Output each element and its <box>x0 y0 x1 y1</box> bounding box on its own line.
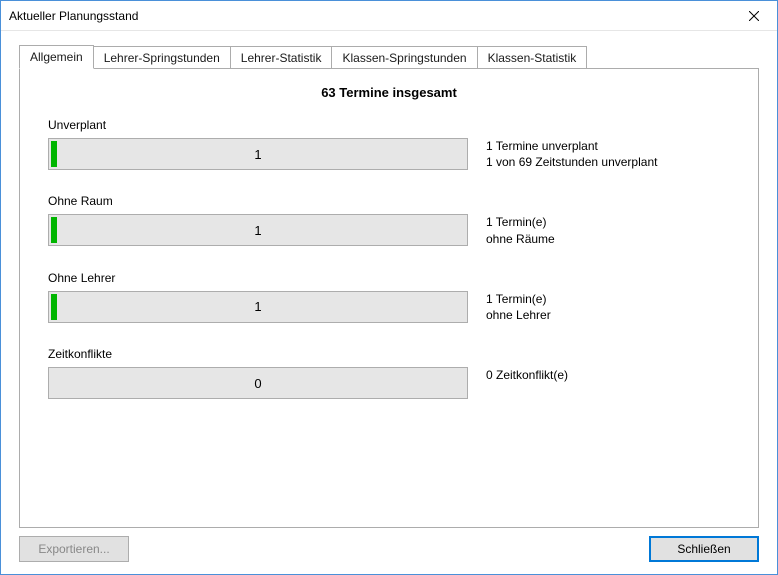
stat-ohne-lehrer-info: 1 Termin(e) ohne Lehrer <box>486 291 551 323</box>
stat-zeitkonflikte-value: 0 <box>254 376 261 391</box>
stat-zeitkonflikte-label: Zeitkonflikte <box>48 347 730 361</box>
stat-ohne-raum-value: 1 <box>254 223 261 238</box>
titlebar: Aktueller Planungsstand <box>1 1 777 31</box>
stat-ohne-lehrer-value: 1 <box>254 299 261 314</box>
stat-zeitkonflikte-info: 0 Zeitkonflikt(e) <box>486 367 568 383</box>
stat-ohne-raum-info1: 1 Termin(e) <box>486 214 555 230</box>
stat-ohne-lehrer-label: Ohne Lehrer <box>48 271 730 285</box>
stat-ohne-raum: Ohne Raum 1 1 Termin(e) ohne Räume <box>48 194 730 246</box>
tab-klassen-springstunden[interactable]: Klassen-Springstunden <box>332 46 477 69</box>
close-button[interactable]: Schließen <box>649 536 759 562</box>
stat-ohne-lehrer-fill <box>51 294 57 320</box>
stat-zeitkonflikte: Zeitkonflikte 0 0 Zeitkonflikt(e) <box>48 347 730 399</box>
stat-ohne-raum-fill <box>51 217 57 243</box>
page-heading: 63 Termine insgesamt <box>48 85 730 100</box>
stat-unverplant-fill <box>51 141 57 167</box>
tabstrip: Allgemein Lehrer-Springstunden Lehrer-St… <box>19 45 759 68</box>
stat-unverplant-bar: 1 <box>48 138 468 170</box>
stat-unverplant-info1: 1 Termine unverplant <box>486 138 657 154</box>
close-icon[interactable] <box>731 1 777 31</box>
tab-lehrer-springstunden[interactable]: Lehrer-Springstunden <box>94 46 231 69</box>
stat-unverplant-value: 1 <box>254 147 261 162</box>
tab-allgemein[interactable]: Allgemein <box>19 45 94 69</box>
stat-unverplant-info: 1 Termine unverplant 1 von 69 Zeitstunde… <box>486 138 657 170</box>
dialog-content: Allgemein Lehrer-Springstunden Lehrer-St… <box>1 31 777 574</box>
stat-ohne-raum-label: Ohne Raum <box>48 194 730 208</box>
tab-klassen-statistik[interactable]: Klassen-Statistik <box>478 46 588 69</box>
dialog-footer: Exportieren... Schließen <box>19 536 759 562</box>
stat-unverplant-label: Unverplant <box>48 118 730 132</box>
export-button[interactable]: Exportieren... <box>19 536 129 562</box>
stat-ohne-raum-info: 1 Termin(e) ohne Räume <box>486 214 555 246</box>
stat-ohne-raum-bar: 1 <box>48 214 468 246</box>
stat-ohne-raum-info2: ohne Räume <box>486 231 555 247</box>
stat-unverplant: Unverplant 1 1 Termine unverplant 1 von … <box>48 118 730 170</box>
stat-zeitkonflikte-info1: 0 Zeitkonflikt(e) <box>486 367 568 383</box>
dialog-window: Aktueller Planungsstand Allgemein Lehrer… <box>0 0 778 575</box>
tab-panel-allgemein: 63 Termine insgesamt Unverplant 1 1 Term… <box>19 68 759 528</box>
stat-zeitkonflikte-bar: 0 <box>48 367 468 399</box>
stat-ohne-lehrer-info2: ohne Lehrer <box>486 307 551 323</box>
stat-unverplant-info2: 1 von 69 Zeitstunden unverplant <box>486 154 657 170</box>
stat-ohne-lehrer-info1: 1 Termin(e) <box>486 291 551 307</box>
stat-ohne-lehrer-bar: 1 <box>48 291 468 323</box>
stat-ohne-lehrer: Ohne Lehrer 1 1 Termin(e) ohne Lehrer <box>48 271 730 323</box>
window-title: Aktueller Planungsstand <box>9 9 138 23</box>
tab-lehrer-statistik[interactable]: Lehrer-Statistik <box>231 46 333 69</box>
